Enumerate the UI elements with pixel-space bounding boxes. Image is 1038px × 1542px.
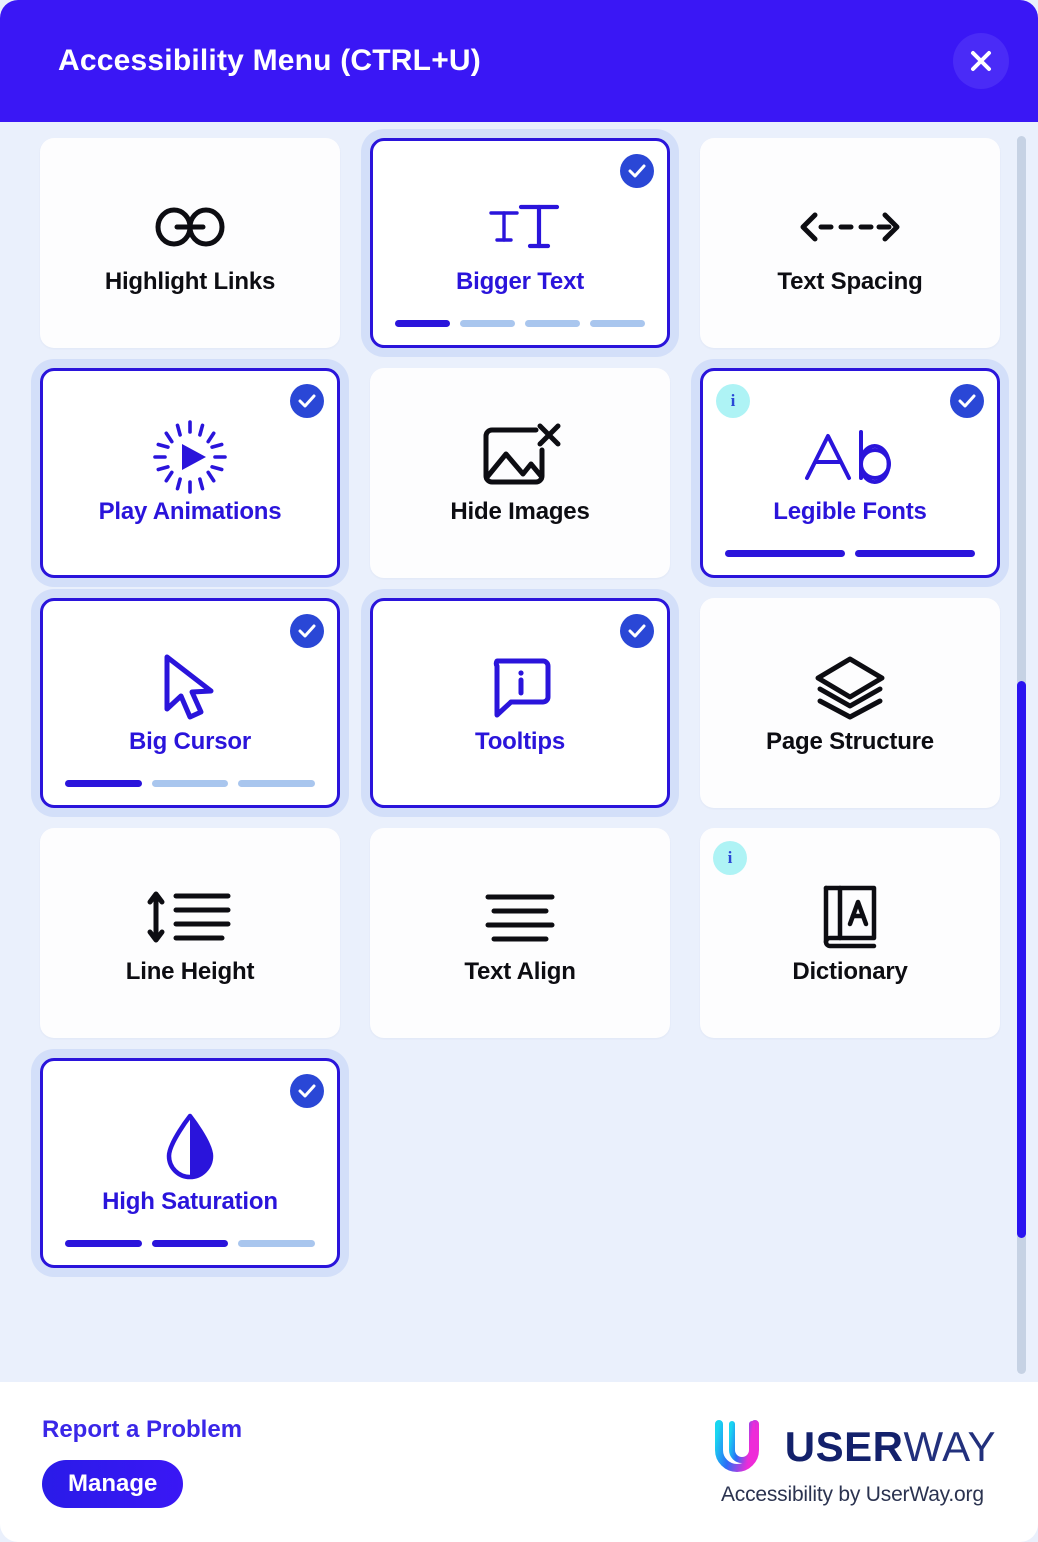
- progress-segment: [65, 780, 142, 787]
- option-level-progress[interactable]: [725, 550, 975, 557]
- droplet-icon: [161, 1110, 219, 1184]
- branding: USERWAY Accessibility by UserWay.org: [709, 1418, 996, 1507]
- option-card-page-structure[interactable]: Page Structure: [700, 598, 1000, 808]
- check-badge: [290, 614, 324, 648]
- option-card-tooltips[interactable]: Tooltips: [370, 598, 670, 808]
- brand-name-second: WAY: [903, 1422, 996, 1470]
- option-label: Dictionary: [792, 958, 908, 985]
- accessibility-widget: Accessibility Menu (CTRL+U) Highlight Li…: [0, 0, 1038, 1542]
- option-label: High Saturation: [102, 1188, 278, 1215]
- check-icon: [298, 624, 316, 638]
- brand-name-first: USER: [784, 1422, 904, 1470]
- progress-segment: [525, 320, 580, 327]
- report-a-problem-link[interactable]: Report a Problem: [42, 1416, 242, 1444]
- option-label: Big Cursor: [128, 728, 251, 755]
- check-badge: [290, 384, 324, 418]
- option-label: Text Spacing: [777, 268, 923, 295]
- options-scroll-area[interactable]: Highlight Links Bigger Text Text Spacing…: [0, 122, 1038, 1382]
- option-label: Play Animations: [98, 498, 282, 525]
- options-grid: Highlight Links Bigger Text Text Spacing…: [0, 122, 1038, 1286]
- userway-logo-icon: [714, 1419, 759, 1472]
- tooltip-icon: [487, 650, 553, 724]
- option-label: Page Structure: [766, 728, 934, 755]
- option-card-hide-images[interactable]: Hide Images: [370, 368, 670, 578]
- progress-segment: [395, 320, 450, 327]
- check-icon: [628, 164, 646, 178]
- option-card-bigger-text[interactable]: Bigger Text: [370, 138, 670, 348]
- link-icon: [155, 190, 225, 264]
- progress-segment: [590, 320, 645, 327]
- scrollbar-thumb[interactable]: [1017, 680, 1026, 1238]
- check-badge: [290, 1074, 324, 1108]
- close-button[interactable]: [953, 33, 1009, 89]
- close-icon: [971, 51, 991, 71]
- option-card-high-saturation[interactable]: High Saturation: [40, 1058, 340, 1268]
- progress-segment: [65, 1240, 142, 1247]
- option-label: Bigger Text: [455, 268, 585, 295]
- option-level-progress[interactable]: [395, 320, 645, 327]
- option-card-text-spacing[interactable]: Text Spacing: [700, 138, 1000, 348]
- check-icon: [958, 394, 976, 408]
- option-label: Legible Fonts: [773, 498, 927, 525]
- layers-icon: [812, 650, 888, 724]
- page-title: Accessibility Menu (CTRL+U): [58, 44, 481, 77]
- text-spacing-icon: [797, 190, 903, 264]
- play-animations-icon: [152, 420, 228, 494]
- progress-segment: [855, 550, 975, 557]
- brand-row: USERWAY: [709, 1418, 996, 1476]
- text-align-icon: [480, 880, 560, 954]
- brand-name: USERWAY: [785, 1423, 996, 1471]
- option-level-progress[interactable]: [65, 1240, 316, 1247]
- check-icon: [628, 624, 646, 638]
- option-level-progress[interactable]: [65, 780, 316, 787]
- widget-footer: Report a Problem Manage USERWAY Accessib…: [0, 1382, 1038, 1542]
- check-badge: [620, 154, 654, 188]
- grid-empty-slot: [370, 1058, 670, 1268]
- option-label: Highlight Links: [104, 268, 276, 295]
- option-card-big-cursor[interactable]: Big Cursor: [40, 598, 340, 808]
- cursor-icon: [157, 650, 223, 724]
- widget-header: Accessibility Menu (CTRL+U): [0, 0, 1038, 122]
- progress-segment: [151, 780, 229, 787]
- progress-segment: [151, 1240, 229, 1247]
- footer-actions: Report a Problem Manage: [42, 1416, 242, 1508]
- option-card-text-align[interactable]: Text Align: [370, 828, 670, 1038]
- manage-button[interactable]: Manage: [42, 1460, 184, 1508]
- line-height-icon: [142, 880, 238, 954]
- legible-fonts-icon: [795, 420, 905, 494]
- progress-segment: [238, 780, 316, 787]
- option-card-play-animations[interactable]: Play Animations: [40, 368, 340, 578]
- option-card-legible-fonts[interactable]: i Legible Fonts: [700, 368, 1000, 578]
- check-icon: [298, 394, 316, 408]
- check-icon: [298, 1084, 316, 1098]
- brand-tagline: Accessibility by UserWay.org: [721, 1482, 984, 1506]
- check-badge: [950, 384, 984, 418]
- info-icon[interactable]: i: [713, 841, 747, 875]
- scrollbar-track[interactable]: [1017, 136, 1026, 1374]
- progress-segment: [725, 550, 845, 557]
- progress-segment: [460, 320, 515, 327]
- option-label: Text Align: [464, 958, 576, 985]
- bigger-text-icon: [477, 190, 563, 264]
- check-badge: [620, 614, 654, 648]
- dictionary-icon: [816, 880, 884, 954]
- option-card-line-height[interactable]: Line Height: [40, 828, 340, 1038]
- grid-empty-slot: [700, 1058, 1000, 1268]
- option-label: Hide Images: [450, 498, 590, 525]
- option-label: Line Height: [125, 958, 255, 985]
- option-label: Tooltips: [475, 728, 565, 755]
- hide-images-icon: [478, 420, 562, 494]
- info-icon[interactable]: i: [716, 384, 750, 418]
- progress-segment: [238, 1240, 316, 1247]
- option-card-dictionary[interactable]: i Dictionary: [700, 828, 1000, 1038]
- option-card-highlight-links[interactable]: Highlight Links: [40, 138, 340, 348]
